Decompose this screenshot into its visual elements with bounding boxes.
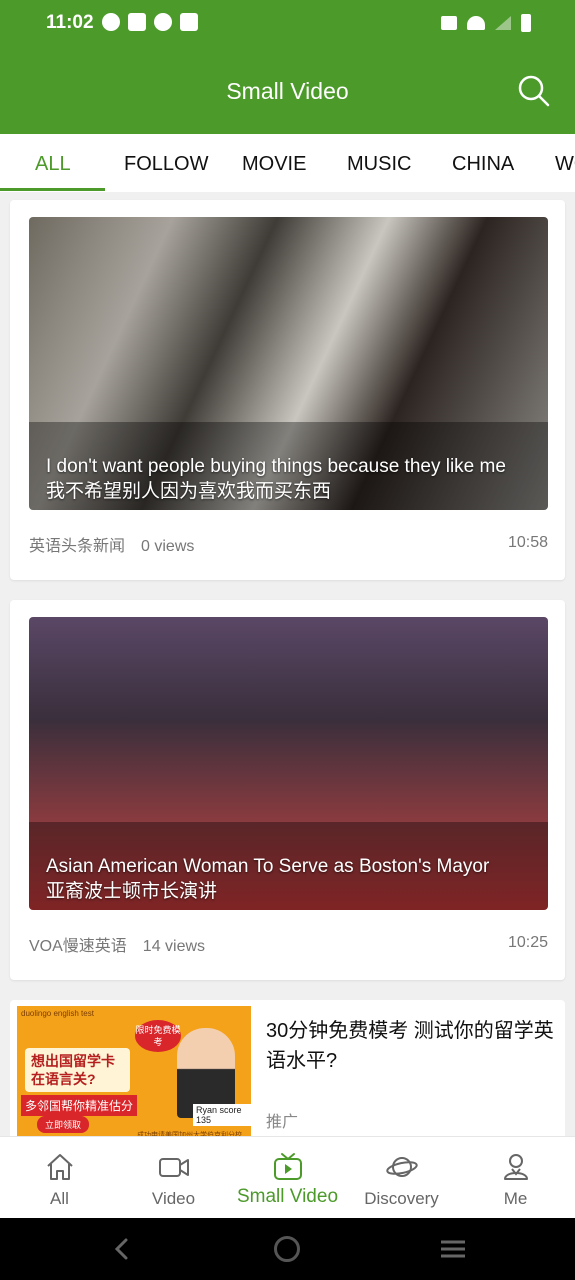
caption-chinese: 亚裔波士顿市长演讲 (46, 881, 218, 902)
tab-music[interactable]: MUSIC (347, 153, 411, 176)
video-card[interactable]: Asian American Woman To Serve as Boston'… (10, 600, 565, 980)
video-source[interactable]: 英语头条新闻 (29, 538, 125, 555)
nav-label: All (50, 1189, 69, 1208)
nav-item-me[interactable]: Me (458, 1137, 573, 1219)
notification-icon (102, 13, 120, 31)
ad-subline: 多邻国帮你精准估分 (21, 1095, 138, 1116)
ad-brand-text: duolingo english test (21, 1009, 94, 1018)
video-meta: 英语头条新闻 0 views (29, 532, 194, 556)
video-caption: Asian American Woman To Serve as Boston'… (46, 854, 534, 904)
ad-cta: 立即领取 (37, 1116, 90, 1133)
person-icon (504, 1154, 528, 1180)
status-time: 11:02 (46, 12, 94, 33)
status-system-icons (441, 14, 531, 32)
recents-icon[interactable] (440, 1239, 466, 1259)
system-navigation-bar (0, 1218, 575, 1280)
signal-icon (495, 16, 511, 30)
caption-english: Asian American Woman To Serve as Boston'… (46, 856, 490, 877)
nav-label: Discovery (364, 1189, 439, 1208)
ad-image[interactable]: duolingo english test 限时免费模考 想出国留学卡在语言关?… (17, 1006, 251, 1140)
calendar-icon (180, 13, 198, 31)
tab-china[interactable]: CHINA (452, 153, 514, 176)
battery-icon (521, 14, 531, 32)
view-count: 14 views (142, 938, 206, 955)
ad-badge: 限时免费模考 (135, 1020, 181, 1052)
nav-item-small-video[interactable]: Small Video (230, 1137, 345, 1219)
ad-headline: 想出国留学卡在语言关? (25, 1048, 130, 1092)
ad-person-name: Ryan score 135 (193, 1104, 251, 1126)
bottom-navigation: All Video Small Video Discovery Me (0, 1136, 575, 1218)
home-button-icon[interactable] (274, 1236, 300, 1262)
home-icon (47, 1154, 73, 1180)
video-duration: 10:58 (507, 534, 548, 551)
video-card[interactable]: I don't want people buying things becaus… (10, 200, 565, 580)
nav-item-video[interactable]: Video (116, 1137, 231, 1219)
status-notification-icons (102, 13, 198, 31)
app-header: 11:02 Small Video (0, 0, 575, 134)
ad-card[interactable]: duolingo english test 限时免费模考 想出国留学卡在语言关?… (10, 1000, 565, 1140)
nav-item-all[interactable]: All (2, 1137, 117, 1219)
status-bar: 11:02 (0, 0, 575, 48)
ad-label: 推广 (266, 1114, 299, 1131)
mail-icon (128, 13, 146, 31)
tv-play-icon (274, 1153, 302, 1180)
video-caption: I don't want people buying things becaus… (46, 454, 534, 504)
category-tabs: ALL FOLLOW MOVIE MUSIC CHINA WO (0, 134, 575, 192)
video-duration: 10:25 (507, 934, 548, 951)
view-count: 0 views (141, 538, 195, 555)
nav-label: Video (151, 1189, 196, 1208)
vibrate-icon (441, 16, 457, 30)
tab-movie[interactable]: MOVIE (242, 153, 306, 176)
ad-title[interactable]: 30分钟免费模考 测试你的留学英语水平? (266, 1016, 556, 1076)
caption-chinese: 我不希望别人因为喜欢我而买东西 (46, 481, 332, 502)
video-meta: VOA慢速英语 14 views (29, 932, 205, 956)
nav-item-discovery[interactable]: Discovery (344, 1137, 459, 1219)
search-icon[interactable] (516, 73, 550, 107)
nav-label: Small Video (236, 1186, 339, 1207)
nav-label: Me (503, 1189, 528, 1208)
video-thumbnail[interactable]: Asian American Woman To Serve as Boston'… (29, 617, 548, 910)
active-tab-indicator (0, 188, 105, 191)
tab-all[interactable]: ALL (35, 153, 71, 176)
shield-icon (154, 13, 172, 31)
video-source[interactable]: VOA慢速英语 (29, 938, 127, 955)
caption-english: I don't want people buying things becaus… (46, 456, 506, 477)
planet-icon (386, 1157, 418, 1177)
back-icon[interactable] (110, 1237, 134, 1261)
tab-follow[interactable]: FOLLOW (124, 153, 208, 176)
video-thumbnail[interactable]: I don't want people buying things becaus… (29, 217, 548, 510)
wifi-icon (467, 16, 485, 30)
page-title: Small Video (226, 78, 349, 104)
video-camera-icon (159, 1158, 189, 1177)
tab-world[interactable]: WO (555, 153, 575, 176)
